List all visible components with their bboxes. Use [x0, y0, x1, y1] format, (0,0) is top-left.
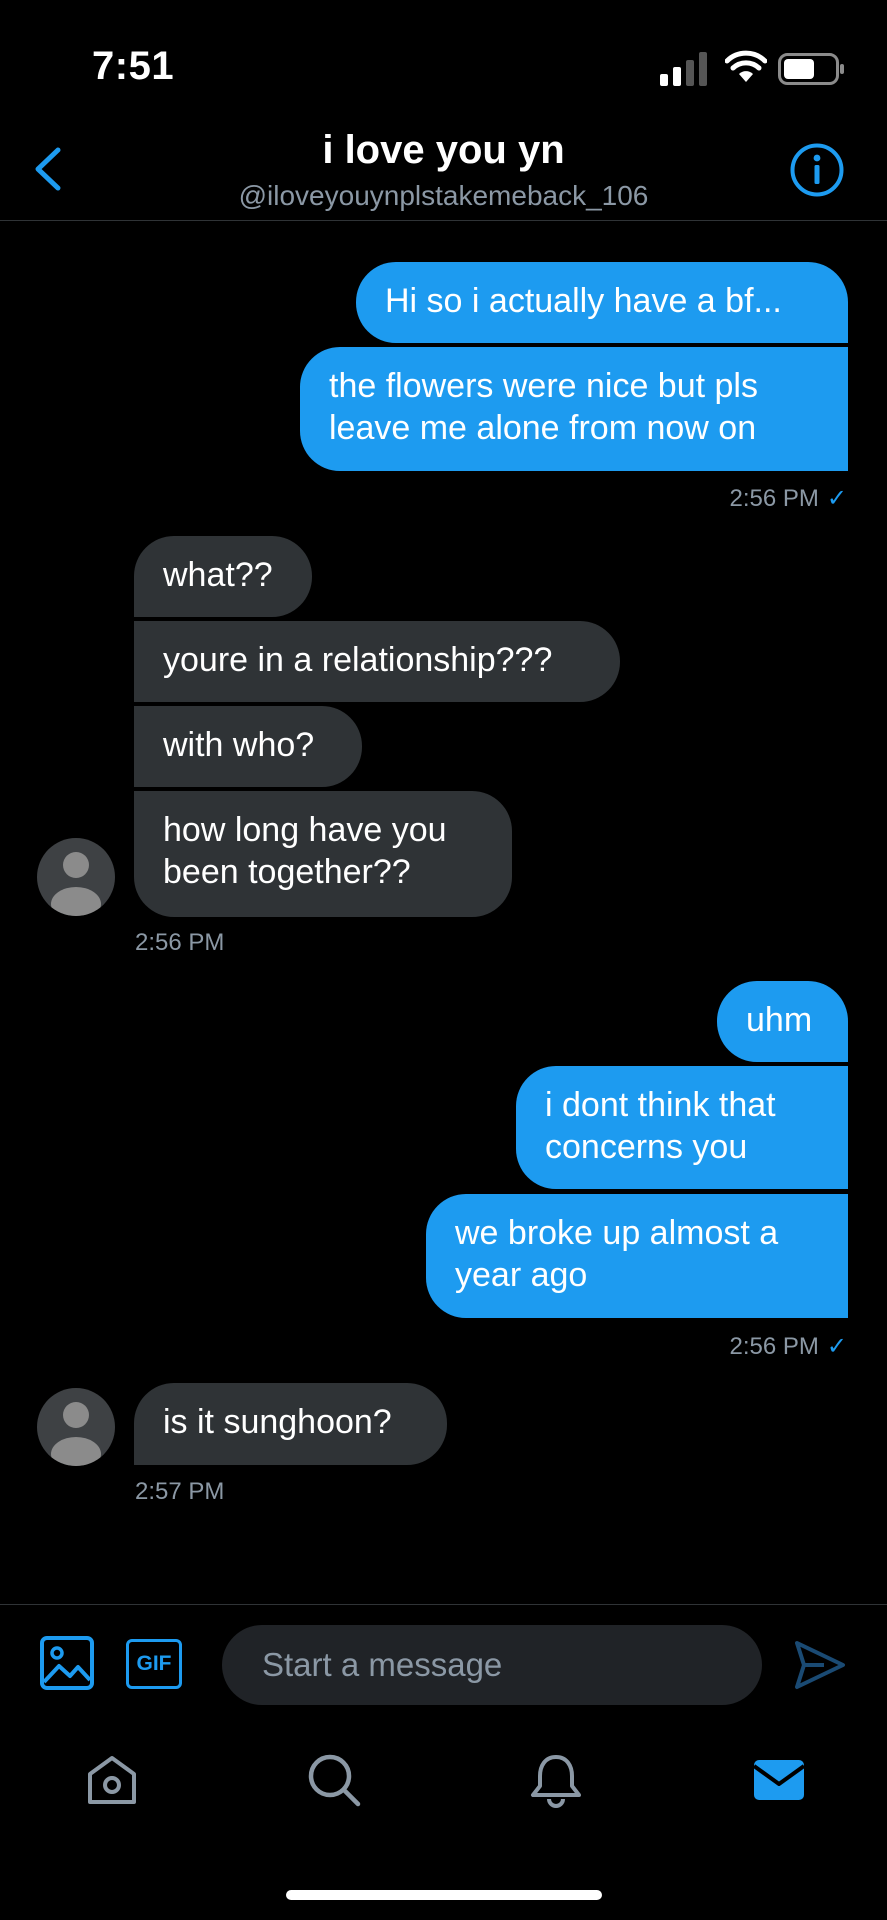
bell-icon[interactable] [528, 1752, 584, 1808]
read-check-icon: ✓ [826, 1333, 847, 1360]
message-bubble-incoming[interactable]: with who? [134, 706, 362, 787]
send-icon[interactable] [794, 1640, 846, 1690]
message-bubble-outgoing[interactable]: i dont think that concerns you [516, 1066, 848, 1189]
message-bubble-incoming[interactable]: what?? [134, 536, 312, 617]
gif-icon[interactable]: GIF [126, 1639, 182, 1689]
conversation-handle: @iloveyouynplstakemeback_106 [238, 180, 649, 211]
home-indicator[interactable] [286, 1890, 602, 1900]
composer-divider [0, 1604, 887, 1605]
timestamp-incoming: 2:56 PM [135, 929, 225, 956]
message-bubble-outgoing[interactable]: the flowers were nice but pls leave me a… [300, 347, 848, 471]
avatar[interactable] [37, 1388, 115, 1466]
home-icon[interactable] [84, 1752, 140, 1808]
header-divider [0, 220, 887, 221]
timestamp-text: 2:56 PM [729, 1333, 819, 1360]
wifi-icon [725, 50, 767, 82]
search-icon[interactable] [306, 1752, 362, 1808]
read-check-icon: ✓ [826, 485, 847, 512]
conversation-title: i love you yn [322, 128, 565, 172]
message-bubble-outgoing[interactable]: uhm [717, 981, 848, 1062]
media-icon[interactable] [40, 1636, 94, 1690]
message-input[interactable] [222, 1625, 762, 1705]
battery-icon [778, 53, 844, 85]
message-bubble-incoming[interactable]: how long have you been together?? [134, 791, 512, 917]
message-bubble-incoming[interactable]: is it sunghoon? [134, 1383, 447, 1465]
timestamp-incoming: 2:57 PM [135, 1478, 225, 1505]
message-bubble-outgoing[interactable]: we broke up almost a year ago [426, 1194, 848, 1318]
status-time: 7:51 [92, 44, 175, 88]
message-bubble-incoming[interactable]: youre in a relationship??? [134, 621, 620, 702]
timestamp-text: 2:56 PM [729, 485, 819, 512]
timestamp-outgoing: 2:56 PM ✓ [730, 484, 848, 513]
avatar[interactable] [37, 838, 115, 916]
info-icon[interactable] [789, 142, 845, 198]
timestamp-outgoing: 2:56 PM ✓ [730, 1332, 848, 1361]
default-avatar-icon [51, 852, 101, 916]
message-bubble-outgoing[interactable]: Hi so i actually have a bf... [356, 262, 848, 343]
default-avatar-icon [51, 1402, 101, 1466]
cellular-signal-icon [660, 52, 707, 86]
mail-icon[interactable] [751, 1752, 807, 1808]
